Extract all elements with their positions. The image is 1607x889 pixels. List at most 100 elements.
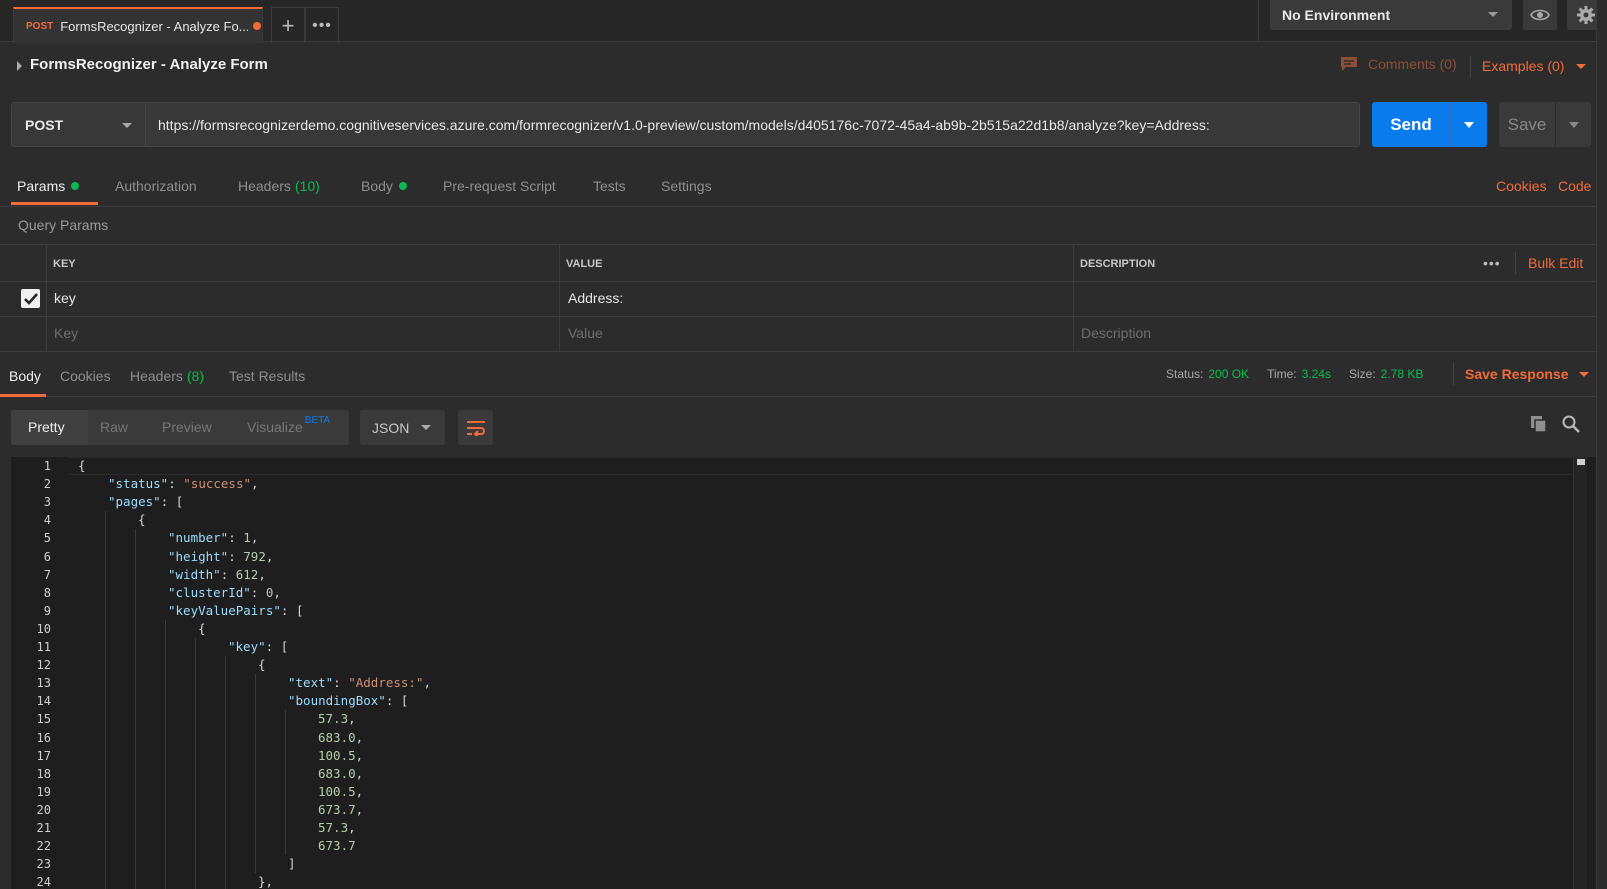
tab-options-button[interactable]: ••• (305, 7, 339, 43)
size-label: Size: (1348, 367, 1376, 381)
param-key[interactable]: key (54, 290, 76, 306)
json-number: 57.3 (318, 820, 349, 835)
code-line: 57.3, (318, 711, 356, 726)
json-key: "clusterId" (168, 584, 251, 600)
send-options-button[interactable] (1451, 121, 1487, 128)
tab-pre-request-script[interactable]: Pre-request Script (443, 178, 556, 194)
code-line: { (258, 657, 266, 672)
indent-guide (135, 529, 136, 889)
chevron-down-icon (1568, 121, 1579, 128)
view-preview-button[interactable]: Preview (162, 419, 212, 435)
table-row-new: Key Value Description (0, 316, 1607, 352)
line-number: 11 (36, 640, 51, 654)
examples-dropdown[interactable]: Examples (0) (1482, 58, 1587, 74)
line-number: 22 (36, 839, 51, 854)
format-label: JSON (372, 419, 410, 436)
tab-label: Headers (130, 368, 183, 384)
url-input[interactable]: https://formsrecognizerdemo.cognitiveser… (145, 102, 1360, 147)
new-tab-button[interactable]: + (271, 7, 305, 43)
current-line-highlight (69, 457, 1581, 475)
view-visualize-button[interactable]: Visualize BETA (247, 415, 330, 435)
response-tab-cookies[interactable]: Cookies (60, 368, 111, 384)
code-link[interactable]: Code (1558, 178, 1591, 194)
tab-authorization[interactable]: Authorization (115, 178, 197, 194)
save-button[interactable]: Save (1499, 102, 1591, 147)
key-input[interactable]: Key (54, 325, 78, 341)
comment-icon (1341, 57, 1357, 71)
tab-params[interactable]: Params (17, 178, 80, 194)
comments-button[interactable]: Comments (0) (1340, 56, 1457, 72)
response-meta: Status: 200 OK Time: 3.24s Size: 2.78 KB (1166, 367, 1441, 381)
expand-caret-icon[interactable] (17, 61, 22, 71)
json-punctuation: : [ (265, 639, 289, 654)
code-line: 673.7, (318, 802, 363, 817)
cookies-link[interactable]: Cookies (1496, 178, 1547, 194)
view-raw-button[interactable]: Raw (100, 419, 128, 435)
json-punctuation: , (273, 584, 281, 600)
param-value[interactable]: Address: (568, 290, 623, 306)
code-line: "boundingBox": [ (288, 693, 408, 708)
json-punctuation: , (251, 476, 259, 492)
examples-label: Examples (0) (1482, 58, 1565, 74)
copy-button[interactable] (1530, 415, 1548, 433)
wrap-lines-button[interactable] (458, 410, 493, 445)
line-number: 9 (43, 603, 51, 618)
json-number: 673.7 (318, 801, 356, 817)
search-button[interactable] (1562, 415, 1580, 433)
divider (1470, 56, 1471, 78)
column-options-button[interactable]: ••• (1483, 255, 1501, 271)
json-punctuation: ] (288, 856, 296, 872)
response-body-editor[interactable]: 1 2 3 4 5 6 7 8 9 10 11 12 13 14 15 16 17 18 19 20 21 22 23 24 … (11, 457, 1596, 889)
save-response-button[interactable]: Save Response (1465, 366, 1589, 382)
description-input[interactable]: Description (1081, 325, 1151, 341)
comments-label: Comments (0) (1368, 56, 1457, 72)
json-punctuation: , (355, 747, 364, 763)
column-header-description: DESCRIPTION (1080, 258, 1156, 270)
json-punctuation: { (258, 657, 266, 673)
status-value[interactable]: 200 OK (1208, 367, 1249, 381)
response-tab-body[interactable]: Body (9, 368, 41, 384)
json-key: "height" (168, 548, 229, 564)
time-value[interactable]: 3.24s (1302, 367, 1331, 381)
code-line: 57.3, (318, 820, 356, 835)
table-row: key Address: (0, 281, 1607, 317)
column-divider (46, 245, 47, 352)
visualize-label: Visualize (247, 419, 303, 435)
request-tab-active[interactable]: POST FormsRecognizer - Analyze Fo... (13, 7, 263, 43)
status-dot-icon (398, 182, 407, 190)
send-button[interactable]: Send (1372, 102, 1487, 147)
line-number: 12 (36, 658, 51, 673)
code-line: 673.7 (318, 838, 356, 853)
param-enabled-checkbox[interactable] (21, 289, 40, 308)
chevron-down-icon (1464, 121, 1474, 128)
scrollbar-thumb[interactable] (1577, 459, 1585, 465)
save-options-button[interactable] (1556, 121, 1591, 128)
value-input[interactable]: Value (568, 325, 603, 341)
bulk-edit-link[interactable]: Bulk Edit (1528, 255, 1583, 271)
vertical-scrollbar[interactable] (1573, 457, 1587, 889)
chevron-down-icon (421, 425, 431, 430)
size-value[interactable]: 2.78 KB (1381, 367, 1424, 381)
format-select[interactable]: JSON (360, 410, 445, 445)
method-select[interactable]: POST (11, 102, 145, 147)
code-line: { (198, 621, 206, 636)
tab-tests[interactable]: Tests (593, 178, 626, 194)
query-params-heading: Query Params (18, 217, 109, 233)
json-punctuation: : (250, 584, 266, 600)
tab-settings[interactable]: Settings (661, 178, 712, 194)
json-punctuation: , (355, 765, 364, 781)
tab-headers[interactable]: Headers (10) (238, 178, 320, 194)
json-key: "number" (168, 530, 229, 546)
environment-select[interactable]: No Environment (1270, 0, 1512, 30)
response-tab-test-results[interactable]: Test Results (229, 368, 305, 384)
tab-body[interactable]: Body (361, 178, 407, 194)
code-line: { (78, 458, 86, 473)
view-pretty-button[interactable]: Pretty (28, 419, 65, 435)
json-key: "width" (168, 566, 221, 582)
response-tab-headers[interactable]: Headers (8) (130, 368, 204, 384)
request-title[interactable]: FormsRecognizer - Analyze Form (30, 56, 268, 73)
code-line: "keyValuePairs": [ (168, 603, 303, 618)
line-number: 10 (36, 621, 51, 636)
environment-quick-look-button[interactable] (1523, 0, 1557, 30)
line-number: 18 (36, 766, 51, 781)
